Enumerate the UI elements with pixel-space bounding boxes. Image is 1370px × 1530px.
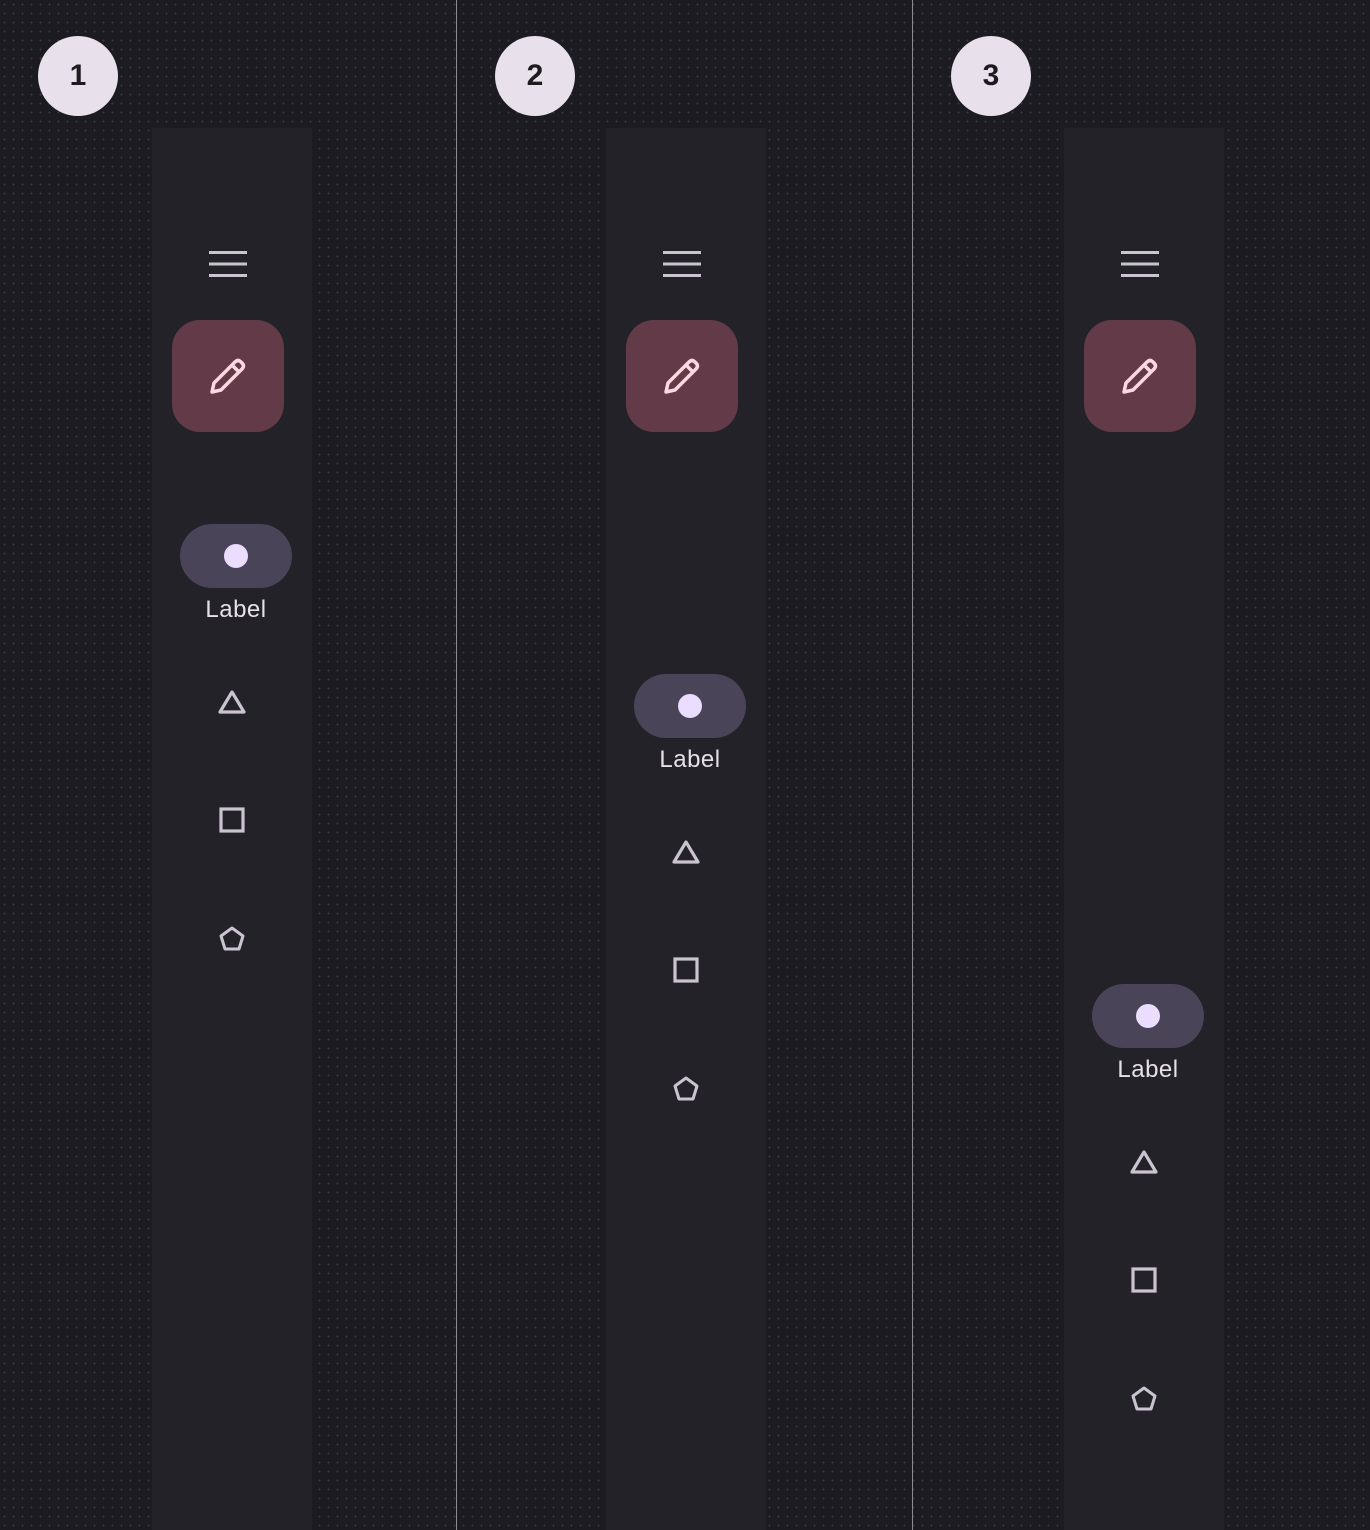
nav-item-pentagon[interactable] <box>662 1065 710 1113</box>
active-indicator <box>634 674 746 738</box>
nav-item-pentagon[interactable] <box>208 915 256 963</box>
nav-item-triangle[interactable] <box>1120 1138 1168 1186</box>
example-panel-2: 2 Label <box>457 0 913 1530</box>
nav-item-triangle[interactable] <box>208 678 256 726</box>
square-icon <box>219 807 245 833</box>
navigation-rail: Label <box>1064 128 1224 1530</box>
triangle-icon <box>672 840 700 864</box>
pentagon-icon <box>219 926 245 951</box>
step-badge: 1 <box>38 36 118 116</box>
circle-icon <box>224 544 248 568</box>
step-badge: 2 <box>495 36 575 116</box>
nav-item-square[interactable] <box>208 796 256 844</box>
menu-icon <box>209 251 247 277</box>
pentagon-icon <box>1131 1386 1157 1411</box>
nav-item-label: Label <box>659 746 721 773</box>
nav-item-square[interactable] <box>1120 1256 1168 1304</box>
pencil-icon <box>1122 358 1158 394</box>
square-icon <box>673 957 699 983</box>
example-panel-3: 3 Label <box>913 0 1369 1530</box>
circle-icon <box>1136 1004 1160 1028</box>
triangle-icon <box>1130 1150 1158 1174</box>
menu-button[interactable] <box>1120 249 1160 279</box>
nav-item-active[interactable]: Label <box>152 524 312 624</box>
compose-fab[interactable] <box>172 320 284 432</box>
step-badge: 3 <box>951 36 1031 116</box>
pentagon-icon <box>673 1076 699 1101</box>
compose-fab[interactable] <box>626 320 738 432</box>
triangle-icon <box>218 690 246 714</box>
nav-item-active[interactable]: Label <box>606 674 766 774</box>
navigation-rail: Label <box>606 128 766 1530</box>
menu-icon <box>1121 251 1159 277</box>
example-panel-1: 1 Label <box>0 0 456 1530</box>
menu-button[interactable] <box>208 249 248 279</box>
nav-item-triangle[interactable] <box>662 828 710 876</box>
active-indicator <box>1092 984 1204 1048</box>
menu-icon <box>663 251 701 277</box>
nav-item-square[interactable] <box>662 946 710 994</box>
menu-button[interactable] <box>662 249 702 279</box>
circle-icon <box>678 694 702 718</box>
navigation-rail: Label <box>152 128 312 1530</box>
nav-item-pentagon[interactable] <box>1120 1375 1168 1423</box>
nav-item-label: Label <box>205 596 267 623</box>
nav-item-label: Label <box>1117 1056 1179 1083</box>
square-icon <box>1131 1267 1157 1293</box>
active-indicator <box>180 524 292 588</box>
pencil-icon <box>210 358 246 394</box>
nav-item-active[interactable]: Label <box>1064 984 1224 1084</box>
compose-fab[interactable] <box>1084 320 1196 432</box>
pencil-icon <box>664 358 700 394</box>
